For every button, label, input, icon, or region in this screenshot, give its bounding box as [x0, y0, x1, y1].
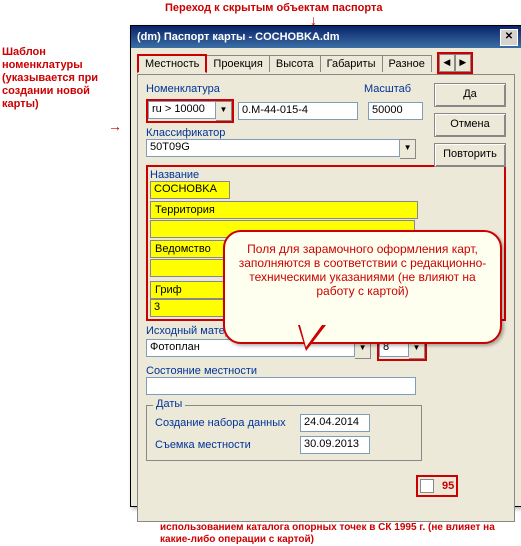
name-input[interactable]: COCHOBKA: [150, 181, 230, 199]
tab-gabarity[interactable]: Габариты: [320, 55, 383, 72]
dialog-window: (dm) Паспорт карты - COCHOBKA.dm ✕ Местн…: [130, 25, 521, 507]
tab-panel: Да Отмена Повторить Номенклатура Масштаб…: [137, 74, 515, 522]
window-title: (dm) Паспорт карты - COCHOBKA.dm: [137, 31, 340, 43]
annotation-top: Переход к скрытым объектам паспорта: [165, 2, 382, 15]
ok-button[interactable]: Да: [434, 83, 506, 107]
legend-dates: Даты: [153, 398, 185, 410]
dropdown-icon[interactable]: ▼: [216, 101, 232, 121]
callout-tail: [298, 325, 328, 349]
tab-raznoe[interactable]: Разное: [382, 55, 432, 72]
template-value: ru > 10000: [148, 101, 216, 119]
date-created-input[interactable]: 24.04.2014: [300, 414, 370, 432]
label-created: Создание набора данных: [155, 417, 300, 429]
nomen-input[interactable]: 0.M-44-015-4: [238, 102, 358, 120]
klass-value: 50T09G: [146, 139, 400, 157]
chk95-frame: 95: [416, 475, 458, 497]
scroll-right-icon[interactable]: ▶: [455, 54, 471, 72]
tab-proekciya[interactable]: Проекция: [206, 55, 269, 72]
label-scale: Масштаб: [364, 83, 411, 95]
tab-mestnost[interactable]: Местность: [137, 54, 207, 73]
scroll-left-icon[interactable]: ◀: [439, 54, 455, 72]
checkbox-95[interactable]: [420, 479, 434, 493]
label-nomen: Номенклатура: [146, 83, 286, 95]
tab-scroll[interactable]: ◀▶: [437, 52, 473, 74]
dropdown-icon[interactable]: ▼: [400, 139, 416, 159]
fieldset-dates: Даты Создание набора данных 24.04.2014 С…: [146, 405, 422, 461]
close-button[interactable]: ✕: [500, 29, 518, 46]
arrow-left: →: [108, 118, 122, 134]
label-95: 95: [442, 480, 454, 492]
dialog-buttons: Да Отмена Повторить: [434, 83, 506, 173]
tab-strip: Местность Проекция Высота Габариты Разно…: [131, 48, 521, 74]
title-bar[interactable]: (dm) Паспорт карты - COCHOBKA.dm ✕: [131, 26, 521, 48]
scale-input[interactable]: 50000: [368, 102, 423, 120]
date-survey-input[interactable]: 30.09.2013: [300, 436, 370, 454]
label-sost: Состояние местности: [146, 365, 506, 377]
repeat-button[interactable]: Повторить: [434, 143, 506, 167]
sost-input[interactable]: [146, 377, 416, 395]
annotation-left: Шаблон номенклатуры (указывается при соз…: [2, 46, 107, 111]
combo-klass[interactable]: 50T09G ▼: [146, 139, 416, 159]
callout-bubble: Поля для зарамочного оформления карт, за…: [223, 230, 502, 344]
tab-vysota[interactable]: Высота: [269, 55, 321, 72]
label-terr: Территория: [150, 201, 418, 219]
label-survey: Съемка местности: [155, 439, 300, 451]
combo-template[interactable]: ru > 10000 ▼: [146, 99, 234, 123]
cancel-button[interactable]: Отмена: [434, 113, 506, 137]
